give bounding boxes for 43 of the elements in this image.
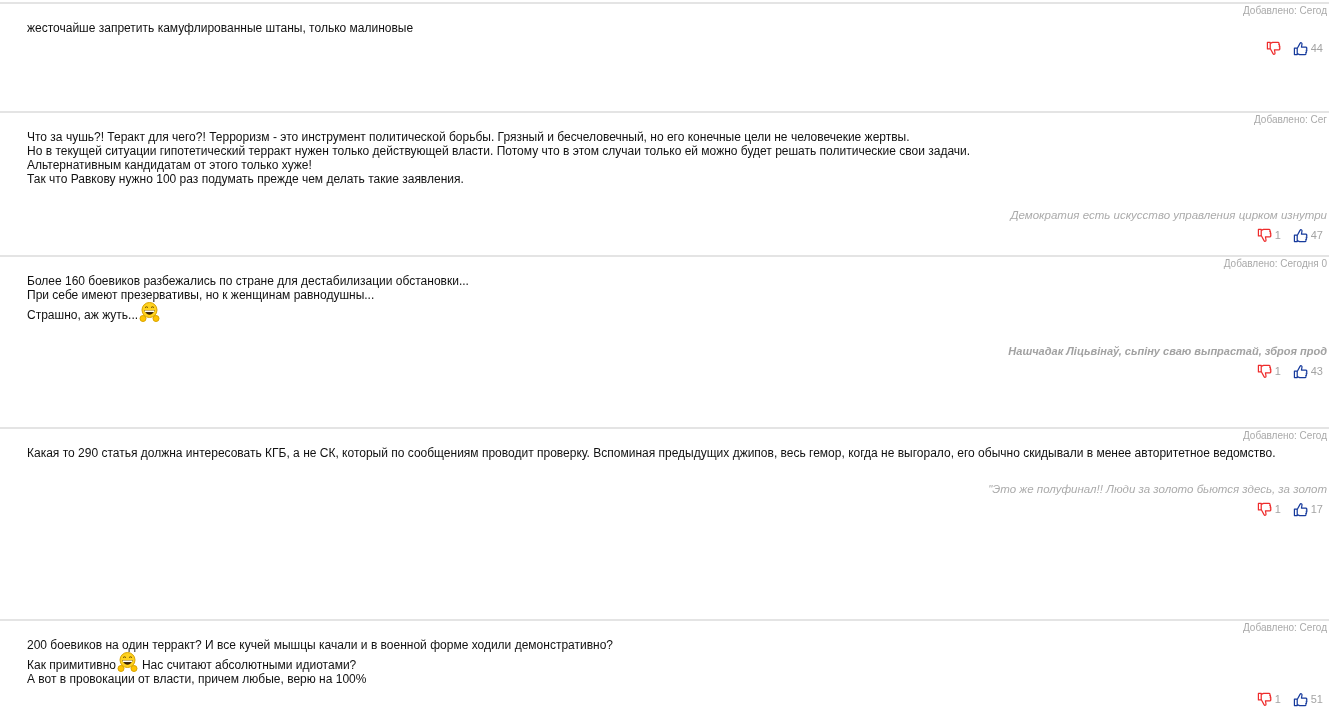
like-button[interactable]: 17: [1292, 501, 1323, 517]
thumbs-down-icon: [1265, 40, 1281, 56]
comment-date: Добавлено: Сегод: [1243, 430, 1327, 442]
laughing-emoji-icon: [116, 652, 138, 672]
thumbs-up-icon: [1292, 40, 1308, 56]
comment-date: Добавлено: Сегод: [1243, 5, 1327, 17]
comment-text: Что за чушь?! Теракт для чего?! Терроризм - это инструмент политической борьбы. Грязный и бесчеловечный, но его конечные цели не человечекие жертвы.: [27, 130, 910, 144]
dislike-button[interactable]: 1: [1256, 691, 1281, 707]
thumbs-up-icon: [1292, 363, 1308, 379]
dislike-button[interactable]: 1: [1256, 501, 1281, 517]
comment-text: Нас считают абсолютными идиотами?: [141, 658, 357, 672]
user-signature: Демократия есть искусство управления цирком изнутри: [1010, 208, 1327, 222]
comment-date: Добавлено: Сегодня 0: [1223, 258, 1327, 270]
comment-text: жесточайше запретить камуфлированные штаны, только малиновые: [27, 21, 414, 35]
user-signature: "Это же полуфинал!! Люди за золото бьются здесь, за золот: [988, 482, 1327, 496]
thumbs-down-icon: [1256, 227, 1272, 243]
comment-text: Как примитивно: [27, 658, 116, 672]
laughing-emoji-icon: [139, 302, 161, 322]
comment-date: Добавлено: Сегод: [1243, 622, 1327, 634]
comment-text: 200 боевиков на один терракт? И все кучей мышцы качали и в военной форме ходили демонстративно?: [27, 638, 613, 652]
like-button[interactable]: 43: [1292, 363, 1323, 379]
comment-text: При себе имеют презервативы, но к женщинам равнодушны...: [27, 288, 375, 302]
like-button[interactable]: 44: [1292, 40, 1323, 56]
comment-text: Альтернативным кандидатам от этого только хуже!: [27, 158, 312, 172]
thumbs-up-icon: [1292, 227, 1308, 243]
dislike-button[interactable]: [1265, 40, 1281, 56]
thumbs-up-icon: [1292, 501, 1308, 517]
thumbs-down-icon: [1256, 501, 1272, 517]
comment-text: Так что Равкову нужно 100 раз подумать прежде чем делать такие заявления.: [27, 172, 464, 186]
comment-text: Страшно, аж жуть...: [27, 308, 139, 322]
dislike-button[interactable]: 1: [1256, 363, 1281, 379]
user-signature: Нашчадак Ліцьвінаў, сьпіну сваю выпрастай, зброя прод: [1008, 344, 1327, 358]
like-button[interactable]: 47: [1292, 227, 1323, 243]
thumbs-down-icon: [1256, 363, 1272, 379]
thumbs-down-icon: [1256, 691, 1272, 707]
dislike-button[interactable]: 1: [1256, 227, 1281, 243]
comment-text: Но в текущей ситуации гипотетический терракт нужен только действующей власти. Потому что в этом случаи только ей можно будет решать политические свои задачи.: [27, 144, 971, 158]
thumbs-up-icon: [1292, 691, 1308, 707]
like-button[interactable]: 51: [1292, 691, 1323, 707]
comment-text: Какая то 290 статья должна интересовать КГБ, а не СК, который по сообщениям проводит проверку. Вспоминая предыдущих джипов, весь гемор, когда не выгорало, его обычно скидывали в менее авторитетное ведомство.: [27, 446, 1276, 460]
comment-text: Более 160 боевиков разбежались по стране для дестабилизации обстановки...: [27, 274, 469, 288]
comment-date: Добавлено: Сег: [1253, 114, 1327, 126]
comment-text: А вот в провокации от власти, причем любые, верю на 100%: [27, 672, 367, 686]
